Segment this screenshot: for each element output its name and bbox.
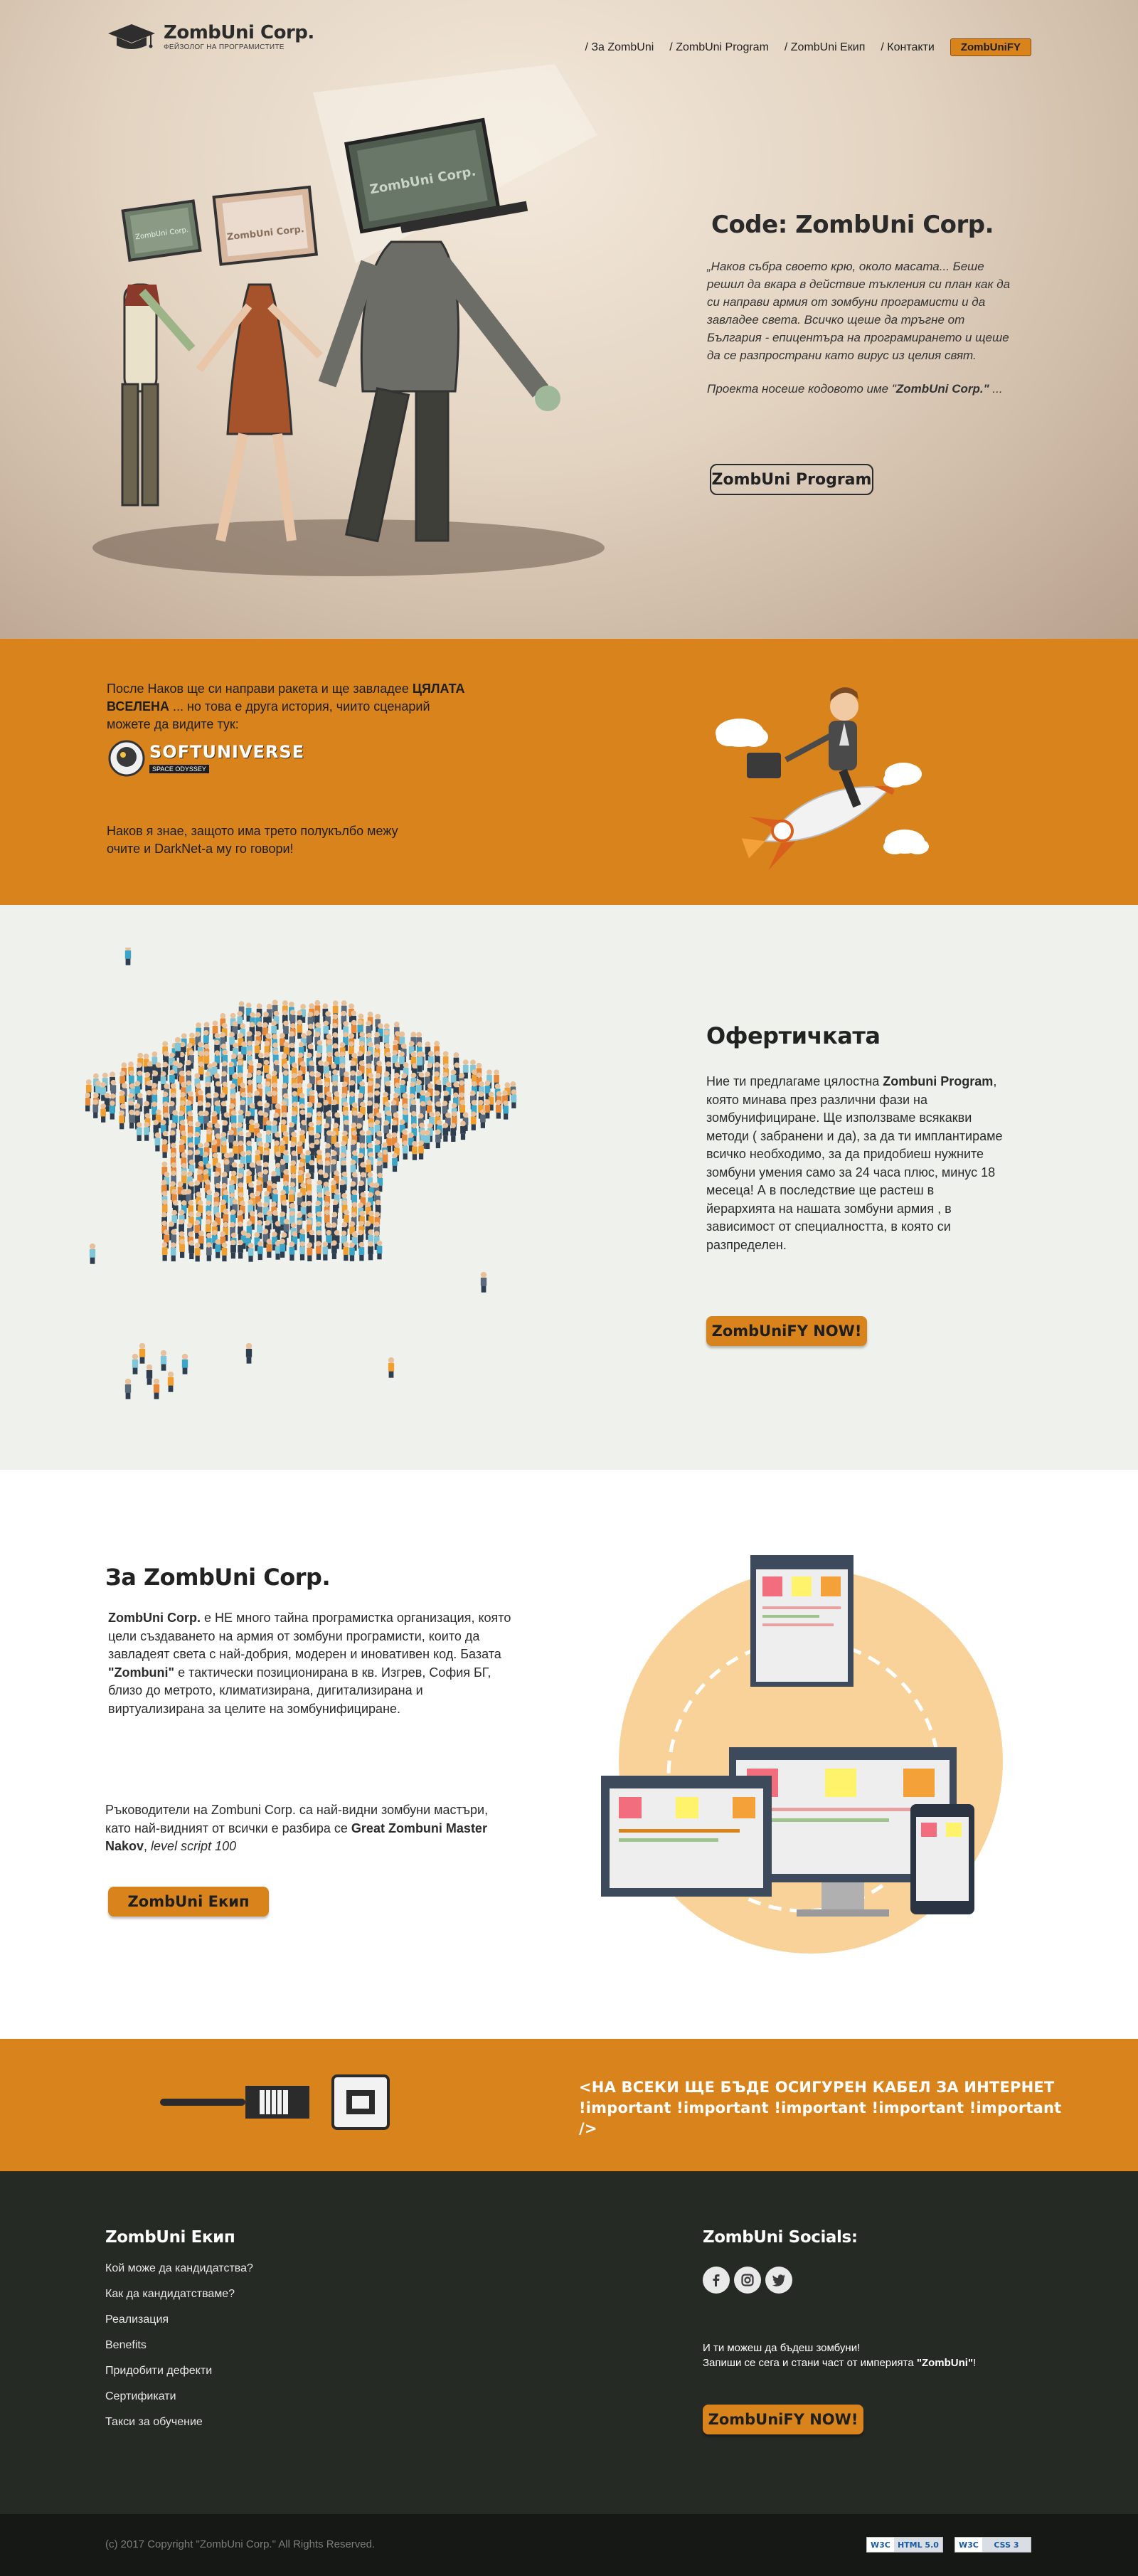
about-base-name: "Zombuni" xyxy=(108,1665,175,1680)
copyright: (c) 2017 Copyright "ZombUni Corp." All R… xyxy=(105,2538,376,2550)
hero-paragraph-1: „Наков събра своето крю, около масата...… xyxy=(707,260,1011,362)
footer: ZombUni Екип Кой може да кандидатства? К… xyxy=(0,2171,1138,2514)
hero-p2-suffix: ... xyxy=(989,382,1003,396)
about-p2-separator: , xyxy=(144,1839,151,1853)
offer-title: Офертичката xyxy=(706,1022,881,1049)
ethernet-cable-icon xyxy=(160,2074,390,2130)
softuniverse-subtitle: SPACE ODYSSEY xyxy=(149,765,209,773)
about-title: За ZombUni Corp. xyxy=(105,1564,331,1591)
footer-link-certificates[interactable]: Сертификати xyxy=(105,2390,253,2405)
footer-link-benefits[interactable]: Benefits xyxy=(105,2339,253,2353)
footer-link-defects[interactable]: Придобити дефекти xyxy=(105,2365,253,2379)
offer-text: Ние ти предлагаме цялостна Zombuni Progr… xyxy=(706,1073,1005,1254)
cable-line-2: !important !important !important !import… xyxy=(579,2099,1062,2137)
responsive-devices-illustration xyxy=(601,1555,1003,1954)
hero-paragraph-2: Проекта носеше кодовото име "ZombUni Cor… xyxy=(707,380,1020,398)
nav-contacts[interactable]: / Контакти xyxy=(881,41,934,54)
crowd-graduation-cap-illustration xyxy=(85,948,517,1399)
footer-link-how-to-apply[interactable]: Как да кандидатстваме? xyxy=(105,2288,253,2302)
twitter-icon[interactable] xyxy=(765,2267,792,2294)
nav-program[interactable]: / ZombUni Program xyxy=(669,41,769,54)
footer-tagline: И ти можеш да бъдеш зомбуни! Запиши се с… xyxy=(703,2341,1058,2370)
cable-line-1: <НА ВСЕКИ ЩЕ БЪДЕ ОСИГУРЕН КАБЕЛ ЗА ИНТЕ… xyxy=(579,2079,1055,2096)
hero-title: Code: ZombUni Corp. xyxy=(711,211,994,239)
css3-badge[interactable]: W3C CSS 3 xyxy=(954,2537,1031,2553)
footer-link-realization[interactable]: Реализация xyxy=(105,2313,253,2328)
css3-badge-w3c: W3C xyxy=(955,2538,982,2552)
footer-link-fees[interactable]: Такси за обучение xyxy=(105,2416,253,2430)
astronaut-icon xyxy=(108,740,145,777)
offer-text-prefix: Ние ти предлагаме цялостна xyxy=(706,1074,883,1088)
html5-badge[interactable]: W3C HTML 5.0 xyxy=(866,2537,943,2553)
footer-tagline-suffix: ! xyxy=(973,2357,977,2369)
instagram-icon[interactable] xyxy=(734,2267,761,2294)
footer-socials-title: ZombUni Socials: xyxy=(703,2228,858,2247)
footer-socials-column: ZombUni Socials: И ти можеш да бъдеш зом… xyxy=(703,2228,1058,2434)
zombunify-now-button[interactable]: ZombUniFY NOW! xyxy=(706,1316,867,1346)
hero-codename: ZombUni Corp." xyxy=(895,382,989,396)
html5-badge-label: HTML 5.0 xyxy=(893,2538,942,2552)
nav-zombunify-button[interactable]: ZombUniFY xyxy=(950,38,1031,56)
zombuni-program-button[interactable]: ZombUni Program xyxy=(710,464,873,495)
html5-badge-w3c: W3C xyxy=(867,2538,894,2552)
softuniverse-name: SOFTUNIVERSE xyxy=(149,742,305,762)
universe-section: После Наков ще си направи ракета и ще за… xyxy=(0,639,1138,905)
footer-links: Кой може да кандидатства? Как да кандида… xyxy=(105,2262,253,2430)
softuniverse-logo[interactable]: SOFTUNIVERSE SPACE ODYSSEY xyxy=(108,740,304,777)
footer-tagline-line-2: Запиши се сега и стани част от империята xyxy=(703,2357,917,2369)
logo-title: ZombUni Corp. xyxy=(164,21,314,43)
validation-badges: W3C HTML 5.0 W3C CSS 3 xyxy=(866,2537,1031,2553)
offer-text-suffix: , която минава през различни фази на зом… xyxy=(706,1074,1003,1252)
darknet-text: Наков я знае, защото има трето полукълбо… xyxy=(107,824,398,856)
footer-team-title: ZombUni Екип xyxy=(105,2228,235,2247)
bottom-bar: (c) 2017 Copyright "ZombUni Corp." All R… xyxy=(0,2514,1138,2576)
universe-text-prefix: После Наков ще си направи ракета и ще за… xyxy=(107,682,413,696)
about-paragraph-2: Ръководители на Zombuni Corp. са най-вид… xyxy=(105,1801,504,1856)
about-paragraph-1: ZombUni Corp. е НЕ много тайна програмис… xyxy=(108,1609,521,1718)
about-company-name: ZombUni Corp. xyxy=(108,1611,201,1625)
nav-team[interactable]: / ZombUni Екип xyxy=(785,41,866,54)
footer-team-column: ZombUni Екип Кой може да кандидатства? К… xyxy=(105,2228,253,2442)
page: ZombUni Corp. ФЕЙЗОЛОГ НА ПРОГРАМИСТИТЕ … xyxy=(0,0,1138,2576)
offer-program-name: Zombuni Program xyxy=(883,1074,994,1088)
hero-section: ZombUni Corp. ФЕЙЗОЛОГ НА ПРОГРАМИСТИТЕ … xyxy=(0,0,1138,639)
cable-section: <НА ВСЕКИ ЩЕ БЪДЕ ОСИГУРЕН КАБЕЛ ЗА ИНТЕ… xyxy=(0,2039,1138,2171)
offer-section: Офертичката Ние ти предлагаме цялостна Z… xyxy=(0,905,1138,1470)
css3-badge-label: CSS 3 xyxy=(982,2538,1031,2552)
zombie-laptops-illustration: ZombUni Corp. ZombUni Corp. ZombUni Corp… xyxy=(92,64,605,576)
internet-cable-announcement: <НА ВСЕКИ ЩЕ БЪДЕ ОСИГУРЕН КАБЕЛ ЗА ИНТЕ… xyxy=(579,2077,1063,2139)
social-links xyxy=(703,2267,1058,2294)
about-master-level: level script 100 xyxy=(151,1839,237,1853)
footer-tagline-line-1: И ти можеш да бъдеш зомбуни! xyxy=(703,2342,861,2354)
footer-zombunify-now-button[interactable]: ZombUniFY NOW! xyxy=(703,2405,863,2434)
zombuni-team-button[interactable]: ZombUni Екип xyxy=(108,1887,269,1917)
hero-p2-prefix: Проекта носеше кодовото име " xyxy=(707,382,896,396)
hero-story: „Наков събра своето крю, около масата...… xyxy=(707,258,1020,413)
facebook-icon[interactable] xyxy=(703,2267,730,2294)
logo[interactable]: ZombUni Corp. ФЕЙЗОЛОГ НА ПРОГРАМИСТИТЕ xyxy=(107,21,314,53)
footer-link-who-can-apply[interactable]: Кой може да кандидатства? xyxy=(105,2262,253,2276)
universe-text: После Наков ще си направи ракета и ще за… xyxy=(107,680,477,733)
footer-empire-name: "ZombUni" xyxy=(916,2357,974,2369)
rocket-businessman-illustration xyxy=(716,687,929,871)
about-section: За ZombUni Corp. ZombUni Corp. е НЕ мног… xyxy=(0,1470,1138,2039)
graduation-cap-icon xyxy=(108,24,155,49)
